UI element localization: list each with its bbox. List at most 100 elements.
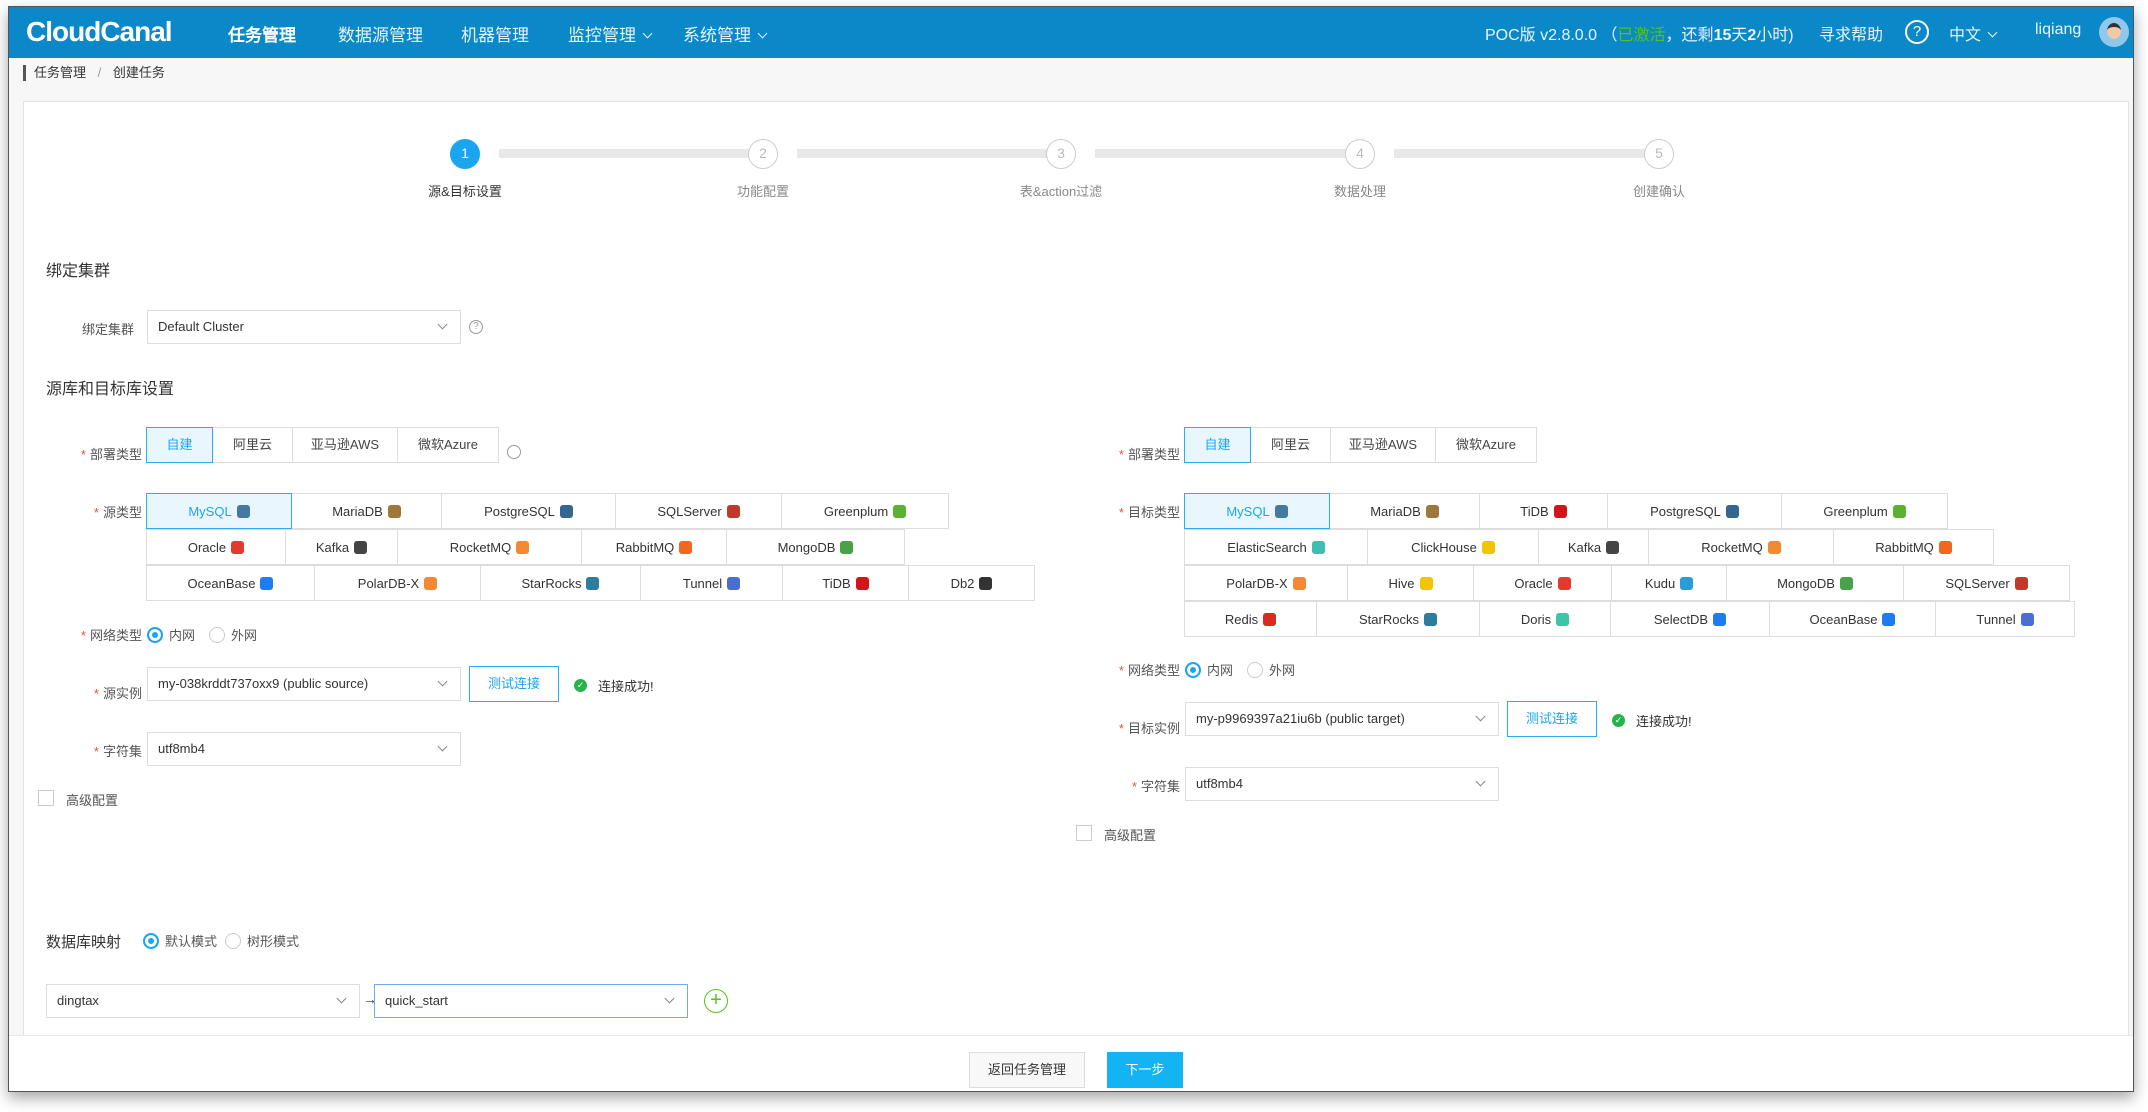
radio-icon bbox=[1185, 661, 1201, 678]
deploy-option[interactable]: 微软Azure bbox=[397, 427, 499, 463]
db-type-label: Tunnel bbox=[1976, 611, 2016, 627]
help-link[interactable]: 寻求帮助 bbox=[1819, 21, 1883, 45]
step-number[interactable]: 2 bbox=[748, 139, 778, 169]
db-type-mysql[interactable]: MySQL bbox=[1184, 493, 1330, 529]
nav-datasource-management[interactable]: 数据源管理 bbox=[338, 21, 423, 46]
target-db-select[interactable]: quick_start bbox=[374, 984, 688, 1018]
db-type-kafka[interactable]: Kafka bbox=[1538, 529, 1649, 565]
chevron-down-icon bbox=[437, 319, 448, 330]
mongodb-logo-icon bbox=[840, 540, 854, 554]
db-type-oceanbase[interactable]: OceanBase bbox=[1769, 601, 1936, 637]
db-type-tidb[interactable]: TiDB bbox=[782, 565, 909, 601]
db-type-starrocks[interactable]: StarRocks bbox=[480, 565, 641, 601]
help-icon[interactable]: ? bbox=[469, 320, 483, 334]
db-type-greenplum[interactable]: Greenplum bbox=[1781, 493, 1948, 529]
radio-tree-mode[interactable]: 树形模式 bbox=[225, 931, 299, 950]
db-type-label: Oracle bbox=[187, 539, 227, 555]
help-icon[interactable] bbox=[507, 445, 521, 459]
db-type-doris[interactable]: Doris bbox=[1479, 601, 1611, 637]
version-info: POC版 v2.8.0.0 （已激活，还剩15天2小时) bbox=[1485, 27, 1794, 44]
source-db-select[interactable]: dingtax bbox=[46, 984, 360, 1018]
db-type-mariadb[interactable]: MariaDB bbox=[1329, 493, 1480, 529]
step-number[interactable]: 3 bbox=[1046, 139, 1076, 169]
db-type-starrocks[interactable]: StarRocks bbox=[1316, 601, 1480, 637]
nav-system-management[interactable]: 系统管理 bbox=[683, 21, 768, 46]
db-type-mysql[interactable]: MySQL bbox=[146, 493, 292, 529]
db-type-mongodb[interactable]: MongoDB bbox=[1726, 565, 1904, 601]
db-type-mongodb[interactable]: MongoDB bbox=[726, 529, 905, 565]
target-advanced-checkbox[interactable] bbox=[1076, 825, 1092, 841]
nav-monitor-management[interactable]: 监控管理 bbox=[568, 21, 653, 46]
db-type-oracle[interactable]: Oracle bbox=[1473, 565, 1612, 601]
db-type-hive[interactable]: Hive bbox=[1347, 565, 1474, 601]
db-type-mariadb[interactable]: MariaDB bbox=[291, 493, 442, 529]
db-type-greenplum[interactable]: Greenplum bbox=[781, 493, 949, 529]
db-type-postgresql[interactable]: PostgreSQL bbox=[441, 493, 616, 529]
source-network-public[interactable]: 外网 bbox=[209, 625, 257, 644]
db-type-label: OceanBase bbox=[187, 575, 256, 591]
nav-task-management[interactable]: 任务管理 bbox=[228, 21, 296, 46]
next-button[interactable]: 下一步 bbox=[1107, 1052, 1183, 1088]
deploy-option[interactable]: 自建 bbox=[146, 427, 213, 463]
db-type-elasticsearch[interactable]: ElasticSearch bbox=[1184, 529, 1368, 565]
step-label[interactable]: 数据处理 bbox=[1334, 181, 1386, 200]
source-network-internal[interactable]: 内网 bbox=[147, 625, 195, 644]
db-type-rocketmq[interactable]: RocketMQ bbox=[1648, 529, 1834, 565]
db-type-redis[interactable]: Redis bbox=[1184, 601, 1317, 637]
deploy-option[interactable]: 亚马逊AWS bbox=[292, 427, 398, 463]
target-network-internal[interactable]: 内网 bbox=[1185, 660, 1233, 679]
db-type-tunnel[interactable]: Tunnel bbox=[1935, 601, 2075, 637]
step-label[interactable]: 功能配置 bbox=[737, 181, 789, 200]
back-button[interactable]: 返回任务管理 bbox=[969, 1052, 1085, 1088]
db-type-selectdb[interactable]: SelectDB bbox=[1610, 601, 1770, 637]
db-type-polardb-x[interactable]: PolarDB-X bbox=[1184, 565, 1348, 601]
source-instance-select[interactable]: my-038krddt737oxx9 (public source) bbox=[147, 667, 461, 701]
cluster-label: 绑定集群 bbox=[82, 322, 135, 337]
db-type-tunnel[interactable]: Tunnel bbox=[640, 565, 783, 601]
deploy-option[interactable]: 阿里云 bbox=[1250, 427, 1331, 463]
target-network-public[interactable]: 外网 bbox=[1247, 660, 1295, 679]
db-type-polardb-x[interactable]: PolarDB-X bbox=[314, 565, 481, 601]
source-test-connection-button[interactable]: 测试连接 bbox=[469, 666, 559, 702]
rocketmq-logo-icon bbox=[516, 540, 530, 554]
db-type-clickhouse[interactable]: ClickHouse bbox=[1367, 529, 1539, 565]
step-label[interactable]: 表&action过滤 bbox=[1020, 181, 1102, 200]
nav-machine-management[interactable]: 机器管理 bbox=[461, 21, 529, 46]
avatar[interactable] bbox=[2099, 17, 2129, 47]
db-type-oracle[interactable]: Oracle bbox=[146, 529, 286, 565]
deploy-option[interactable]: 亚马逊AWS bbox=[1330, 427, 1436, 463]
deploy-option[interactable]: 阿里云 bbox=[212, 427, 293, 463]
user-name[interactable]: liqiang bbox=[2035, 21, 2081, 39]
target-test-connection-button[interactable]: 测试连接 bbox=[1507, 701, 1597, 737]
db-type-postgresql[interactable]: PostgreSQL bbox=[1607, 493, 1782, 529]
language-select[interactable]: 中文 bbox=[1949, 21, 1998, 45]
help-icon[interactable]: ? bbox=[1905, 20, 1929, 44]
db-type-rocketmq[interactable]: RocketMQ bbox=[397, 529, 582, 565]
db-type-rabbitmq[interactable]: RabbitMQ bbox=[581, 529, 727, 565]
radio-default-mode[interactable]: 默认模式 bbox=[143, 931, 217, 950]
db-type-label: ElasticSearch bbox=[1227, 539, 1307, 555]
db-type-oceanbase[interactable]: OceanBase bbox=[146, 565, 315, 601]
step-number[interactable]: 5 bbox=[1644, 139, 1674, 169]
source-advanced-checkbox[interactable] bbox=[38, 790, 54, 806]
add-mapping-icon[interactable]: + bbox=[704, 989, 728, 1013]
db-type-label: SelectDB bbox=[1653, 611, 1709, 627]
deploy-option[interactable]: 自建 bbox=[1184, 427, 1251, 463]
target-instance-select[interactable]: my-p9969397a21iu6b (public target) bbox=[1185, 702, 1499, 736]
db-type-sqlserver[interactable]: SQLServer bbox=[1903, 565, 2070, 601]
source-charset-select[interactable]: utf8mb4 bbox=[147, 732, 461, 766]
db-type-kudu[interactable]: Kudu bbox=[1611, 565, 1727, 601]
db-type-sqlserver[interactable]: SQLServer bbox=[615, 493, 782, 529]
target-charset-select[interactable]: utf8mb4 bbox=[1185, 767, 1499, 801]
db-type-rabbitmq[interactable]: RabbitMQ bbox=[1833, 529, 1994, 565]
breadcrumb-task-management[interactable]: 任务管理 bbox=[34, 65, 86, 80]
step-label[interactable]: 创建确认 bbox=[1633, 181, 1685, 200]
db-type-kafka[interactable]: Kafka bbox=[285, 529, 398, 565]
step-number[interactable]: 1 bbox=[450, 139, 480, 169]
deploy-option[interactable]: 微软Azure bbox=[1435, 427, 1537, 463]
db-type-tidb[interactable]: TiDB bbox=[1479, 493, 1608, 529]
cluster-select[interactable]: Default Cluster bbox=[147, 310, 461, 344]
db-type-db2[interactable]: Db2 bbox=[908, 565, 1035, 601]
step-label[interactable]: 源&目标设置 bbox=[428, 181, 502, 200]
step-number[interactable]: 4 bbox=[1345, 139, 1375, 169]
